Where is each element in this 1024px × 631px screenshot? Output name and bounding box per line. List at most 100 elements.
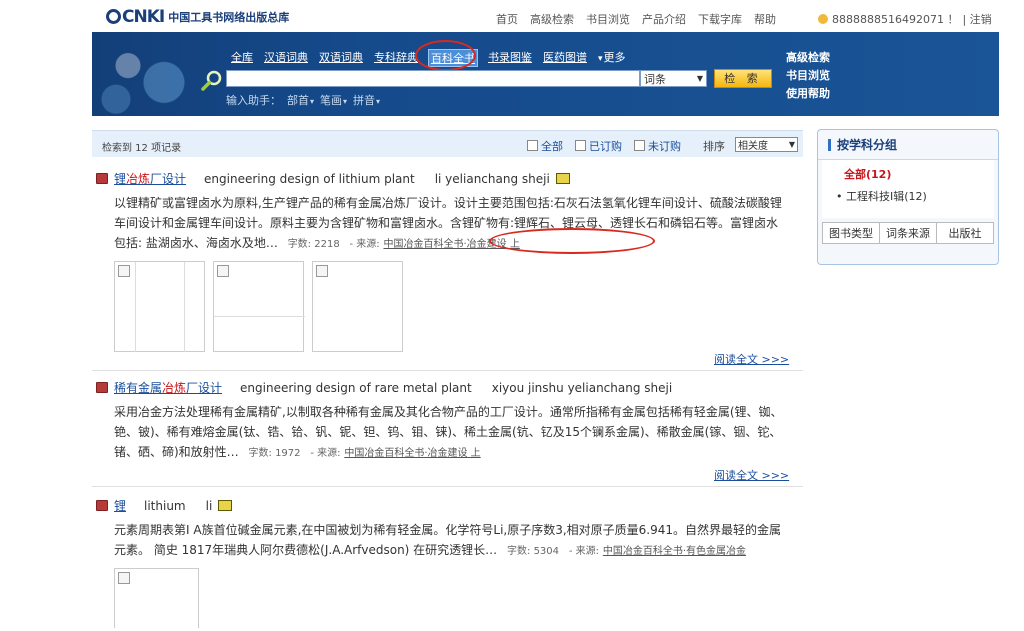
sort-select[interactable]: 相关度 ▼ — [735, 137, 798, 152]
input-assistant: 输入助手： 部首 笔画 拼音 — [226, 92, 380, 108]
result-item: 锂冶炼厂设计 engineering design of lithium pla… — [96, 170, 796, 352]
book-icon — [96, 173, 108, 184]
user-icon — [818, 14, 828, 24]
link-catalog-browse[interactable]: 书目浏览 — [786, 67, 830, 83]
nav-product-intro[interactable]: 产品介绍 — [642, 11, 686, 27]
logout-link[interactable]: | 注销 — [962, 11, 991, 27]
result-divider — [92, 486, 803, 487]
tab-publisher[interactable]: 出版社 — [937, 223, 993, 243]
user-box: 8888888516492071 ！ | 注销 — [818, 11, 992, 27]
sort-value: 相关度 — [738, 141, 768, 152]
panel-body: 全部(12) • 工程科技Ⅰ辑(12) — [822, 160, 994, 218]
broken-image-icon — [316, 265, 328, 277]
nav-advanced-search[interactable]: 高级检索 — [530, 11, 574, 27]
result-thumbnails — [114, 261, 796, 352]
broken-image-icon — [118, 265, 130, 277]
book-icon — [96, 382, 108, 393]
result-title-row: 稀有金属冶炼厂设计 engineering design of rare met… — [96, 379, 796, 396]
banner-decoration — [92, 32, 212, 116]
logo-text: 中国工具书网络出版总库 — [168, 11, 290, 24]
thumbnail[interactable] — [312, 261, 403, 352]
result-item: 稀有金属冶炼厂设计 engineering design of rare met… — [96, 379, 796, 464]
nav-download-fonts[interactable]: 下载字库 — [698, 11, 742, 27]
search-button[interactable]: 检 索 — [714, 69, 772, 88]
result-snippet: 元素周期表第I A族首位碱金属元素,在中国被划为稀有轻金属。化学符号Li,原子序… — [114, 523, 782, 557]
header-bar — [828, 138, 831, 151]
logo-mark: CNKI — [106, 7, 165, 27]
assist-label: 输入助手： — [226, 94, 281, 107]
result-count: 检索到 12 项记录 — [102, 143, 182, 154]
source-label: - 来源: — [310, 448, 341, 459]
result-title-row: 锂 lithium li — [96, 497, 796, 514]
assist-stroke[interactable]: 笔画 — [320, 92, 347, 108]
thumbnail[interactable] — [213, 261, 305, 352]
source-label: - 来源: — [568, 546, 599, 557]
results-header: 检索到 12 项记录 全部 已订购 未订购 排序 相关度 ▼ — [92, 130, 803, 157]
tab-chinese-dictionary[interactable]: 汉语词典 — [263, 49, 309, 67]
result-snippet: 采用冶金方法处理稀有金属精矿,以制取各种稀有金属及其化合物产品的工厂设计。通常所… — [114, 405, 783, 459]
thumbnail[interactable] — [114, 568, 199, 628]
tab-all[interactable]: 全库 — [230, 49, 254, 67]
result-title-row: 锂冶炼厂设计 engineering design of lithium pla… — [96, 170, 796, 187]
assist-radical[interactable]: 部首 — [287, 92, 314, 108]
link-advanced-search[interactable]: 高级检索 — [786, 49, 830, 65]
result-title-link[interactable]: 稀有金属冶炼厂设计 — [114, 379, 222, 396]
chevron-down-icon: ▼ — [696, 74, 703, 83]
source-link[interactable]: 中国冶金百科全书·冶金建设 上 — [344, 448, 480, 459]
result-title-link[interactable]: 锂 — [114, 497, 126, 514]
thumbnail[interactable] — [114, 261, 205, 352]
word-count: 字数: 2218 — [287, 239, 340, 250]
result-english: lithium — [144, 498, 186, 513]
tab-entry-source[interactable]: 词条来源 — [880, 223, 937, 243]
source-label: - 来源: — [349, 239, 380, 250]
annotation-circle-tab — [415, 40, 476, 71]
search-input[interactable] — [226, 70, 640, 87]
result-snippet: 以锂精矿或富锂卤水为原料,生产锂产品的稀有金属冶炼厂设计。设计主要范围包括:石灰… — [114, 196, 782, 250]
top-bar: CNKI 中国工具书网络出版总库 首页 高级检索 书目浏览 产品介绍 下载字库 … — [0, 0, 1024, 32]
group-category[interactable]: • 工程科技Ⅰ辑(12) — [822, 188, 994, 204]
result-english: engineering design of lithium plant — [204, 171, 415, 186]
panel-header: 按学科分组 — [818, 130, 998, 160]
result-thumbnails — [114, 568, 796, 628]
broken-image-icon — [118, 572, 130, 584]
source-link[interactable]: 中国冶金百科全书·有色金属冶金 — [603, 546, 746, 557]
image-icon — [555, 173, 570, 184]
result-filters: 全部 已订购 未订购 排序 — [527, 138, 725, 154]
nav-catalog[interactable]: 书目浏览 — [586, 11, 630, 27]
tab-more[interactable]: 更多 — [597, 49, 627, 67]
filter-all[interactable]: 全部 — [527, 138, 563, 154]
word-count: 字数: 1972 — [248, 448, 301, 459]
book-icon — [96, 500, 108, 511]
word-count: 字数: 5304 — [507, 546, 560, 557]
annotation-circle-source — [489, 228, 655, 254]
search-icon — [201, 70, 222, 91]
nav-home[interactable]: 首页 — [496, 11, 518, 27]
tab-book-type[interactable]: 图书类型 — [823, 223, 880, 243]
nav-help[interactable]: 帮助 — [754, 11, 776, 27]
filter-subscribed[interactable]: 已订购 — [575, 138, 622, 154]
cnki-logo[interactable]: CNKI 中国工具书网络出版总库 — [106, 7, 289, 27]
group-all[interactable]: 全部(12) — [822, 166, 994, 182]
tab-medical-atlas[interactable]: 医药图谱 — [542, 49, 588, 67]
read-more-link[interactable]: 阅读全文 >>> — [714, 467, 789, 483]
image-icon — [218, 500, 233, 511]
scope-select[interactable]: 词条 ▼ — [640, 70, 707, 87]
chevron-down-icon: ▼ — [788, 140, 795, 149]
link-usage-help[interactable]: 使用帮助 — [786, 85, 830, 101]
tab-catalog-atlas[interactable]: 书录图鉴 — [487, 49, 533, 67]
result-pinyin: li — [205, 498, 213, 513]
banner-right-links: 高级检索 书目浏览 使用帮助 — [786, 49, 830, 101]
subject-group-panel: 按学科分组 全部(12) • 工程科技Ⅰ辑(12) 图书类型 词条来源 出版社 — [817, 129, 999, 265]
result-pinyin: xiyou jinshu yelianchang sheji — [491, 380, 673, 395]
read-more-link[interactable]: 阅读全文 >>> — [714, 351, 789, 367]
result-pinyin: li yelianchang sheji — [434, 171, 550, 186]
tab-special-dictionary[interactable]: 专科辞典 — [373, 49, 419, 67]
filter-unsubscribed[interactable]: 未订购 — [634, 138, 681, 154]
result-english: engineering design of rare metal plant — [240, 380, 472, 395]
top-nav: 首页 高级检索 书目浏览 产品介绍 下载字库 帮助 — [496, 11, 776, 27]
tab-bilingual-dictionary[interactable]: 双语词典 — [318, 49, 364, 67]
panel-tabs: 图书类型 词条来源 出版社 — [822, 222, 994, 244]
assist-pinyin[interactable]: 拼音 — [353, 92, 380, 108]
result-title-link[interactable]: 锂冶炼厂设计 — [114, 170, 186, 187]
panel-title: 按学科分组 — [837, 138, 898, 152]
